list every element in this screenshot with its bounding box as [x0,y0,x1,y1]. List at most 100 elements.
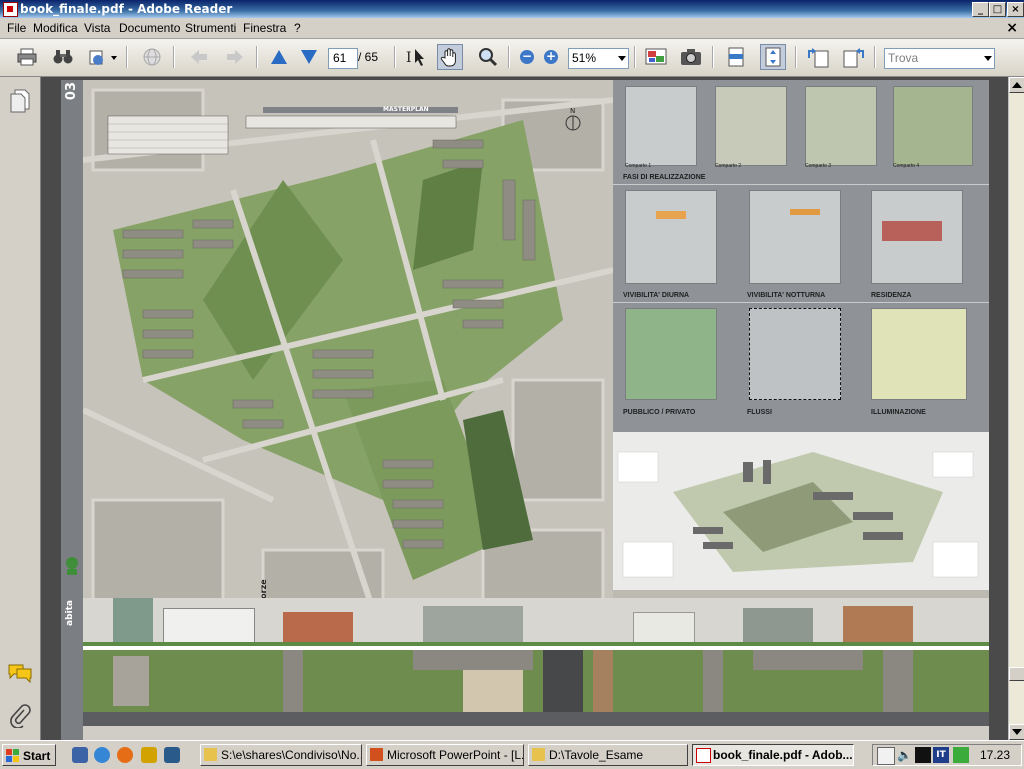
menu-file[interactable]: File [3,20,30,36]
scroll-down-button[interactable] [1009,724,1024,740]
prev-page-button[interactable] [266,44,292,70]
rotate-left-button[interactable] [805,44,831,70]
camera-button[interactable] [678,44,704,70]
ie-icon[interactable] [94,747,110,763]
firefox-icon[interactable] [117,747,133,763]
folder-icon [204,748,217,761]
binoculars-icon [53,50,73,64]
abita-logo [63,555,81,595]
menu-modifica[interactable]: Modifica [29,20,82,36]
minimize-button[interactable]: _ [972,2,989,17]
fit-page-icon [765,47,781,67]
task-shares-folder[interactable]: S:\e\shares\Condiviso\No... [200,744,362,766]
masterplan-label: MASTERPLAN [383,106,429,113]
arrow-down-icon [1012,729,1022,735]
pdf-file-icon [3,2,18,17]
next-page-icon [301,50,317,64]
zoom-select[interactable]: 51% [568,48,629,69]
fit-page-button[interactable] [760,44,786,70]
collaborate-button[interactable] [139,44,165,70]
caption-residenza: RESIDENZA [871,292,912,299]
page-total: / 65 [358,50,379,64]
toolbar-separator [712,46,714,68]
document-close-button[interactable]: × [1006,20,1018,36]
folder-icon [532,748,545,761]
rotate-right-button[interactable] [841,44,867,70]
share-menu-button[interactable] [86,44,120,70]
windows-logo-icon [6,749,19,762]
caption-pubblico: PUBBLICO / PRIVATO [623,409,696,416]
comments-panel-button[interactable] [8,663,32,686]
hand-tool[interactable] [437,44,463,70]
scroll-up-button[interactable] [1009,77,1024,93]
zoom-in-button[interactable]: + [544,50,558,64]
phase-thumb [893,86,973,166]
console-icon[interactable] [164,747,180,763]
task-label: D:\Tavole_Esame [549,748,644,762]
menu-help[interactable]: ? [290,20,305,36]
zoom-tool-icon [479,48,498,67]
zoom-out-button[interactable]: − [520,50,534,64]
panel-divider [613,302,989,303]
vmware-icon[interactable] [877,747,895,765]
zoom-in-icon: + [544,49,558,64]
select-text-tool[interactable]: I [404,44,430,70]
arrow-up-icon [1012,82,1022,88]
fit-width-icon [728,47,744,67]
back-button[interactable] [186,44,212,70]
window-title: book_finale.pdf - Adobe Reader [20,2,233,16]
menu-finestra[interactable]: Finestra [239,20,290,36]
task-label: S:\e\shares\Condiviso\No... [221,748,362,762]
masterplan-drawing [81,80,614,645]
show-desktop-icon[interactable] [72,747,88,763]
language-indicator[interactable]: IT [933,747,949,763]
residence-thumb [871,190,963,284]
attachments-icon [10,704,31,729]
navigation-panel [0,77,41,740]
tray-app-icon[interactable] [953,747,969,763]
pdf-page: 03 abita MASTERPLAN N Forze Comparto 1 C… [61,80,989,740]
menu-vista[interactable]: Vista [80,20,114,36]
forward-button[interactable] [222,44,248,70]
close-button[interactable]: × [1007,2,1024,17]
analysis-panels: Comparto 1 Comparto 2 Comparto 3 Compart… [613,80,989,432]
sheet-side-strip: 03 abita [61,80,83,740]
fit-width-button[interactable] [723,44,749,70]
print-icon [17,48,37,66]
pages-panel-button[interactable] [9,89,31,116]
search-button[interactable] [50,44,76,70]
attachments-panel-button[interactable] [9,704,31,731]
network-icon[interactable] [915,747,931,763]
volume-icon[interactable]: 🔈 [897,748,912,762]
print-button[interactable] [14,44,40,70]
app-icon[interactable] [141,747,157,763]
lighting-thumb [871,308,967,400]
select-text-icon: I [406,49,424,66]
daytime-thumb [625,190,717,284]
scroll-thumb[interactable] [1009,667,1024,681]
document-viewport[interactable]: 03 abita MASTERPLAN N Forze Comparto 1 C… [41,77,1008,740]
aerial-render [613,432,989,590]
toolbar-separator [126,46,128,68]
maximize-button[interactable]: □ [989,2,1006,17]
night-thumb [749,190,841,284]
zoom-out-icon: − [520,49,534,64]
plan-strip [83,650,989,740]
task-tavole-esame[interactable]: D:\Tavole_Esame [528,744,688,766]
menu-strumenti[interactable]: Strumenti [181,20,240,36]
task-adobe-reader[interactable]: book_finale.pdf - Adob... [692,744,854,766]
start-button[interactable]: Start [2,744,56,766]
taskbar: Start S:\e\shares\Condiviso\No... Micros… [0,740,1024,769]
page-number-input[interactable]: 61 [328,48,358,69]
menu-documento[interactable]: Documento [115,20,184,36]
snapshot-button[interactable] [643,44,669,70]
task-powerpoint[interactable]: Microsoft PowerPoint - [L... [366,744,524,766]
vertical-scrollbar[interactable] [1008,77,1024,740]
zoom-tool[interactable] [475,44,501,70]
find-field[interactable]: Trova [884,48,995,69]
comments-icon [8,664,32,684]
system-tray: 🔈 IT 17.23 [872,744,1022,766]
forward-icon [227,50,243,64]
next-page-button[interactable] [296,44,322,70]
toolbar-separator [508,46,510,68]
